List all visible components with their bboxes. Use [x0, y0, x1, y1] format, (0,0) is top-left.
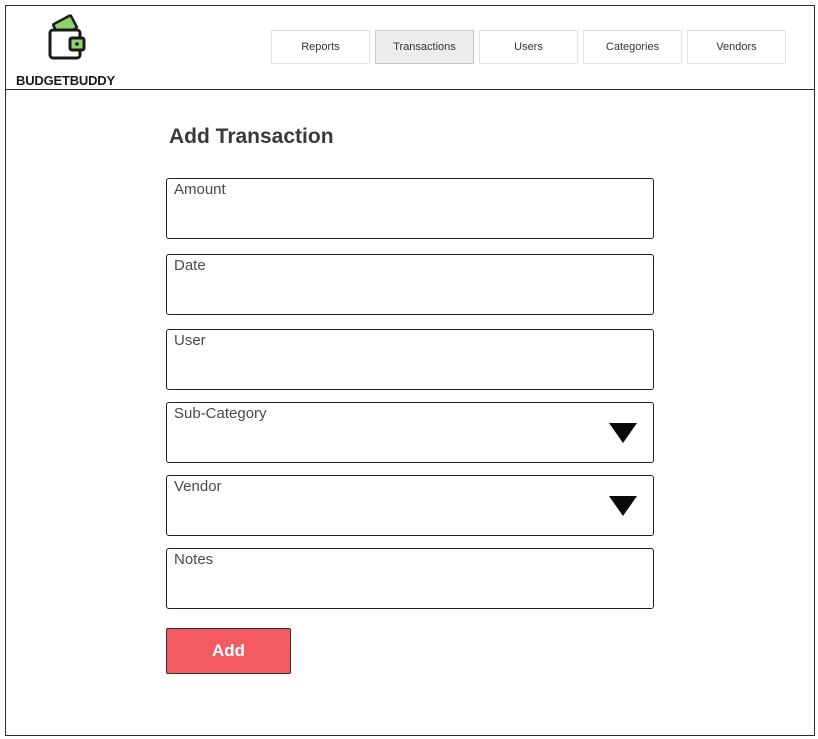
- vendor-select[interactable]: Vendor: [166, 475, 654, 536]
- sub-category-select[interactable]: Sub-Category: [166, 402, 654, 463]
- user-label: User: [174, 332, 206, 349]
- date-label: Date: [174, 257, 206, 274]
- brand-name: BUDGETBUDDY: [16, 73, 115, 88]
- main-nav: Reports Transactions Users Categories Ve…: [271, 30, 786, 64]
- amount-field[interactable]: Amount: [166, 178, 654, 239]
- wallet-icon: [48, 14, 86, 60]
- header: BUDGETBUDDY Reports Transactions Users C…: [6, 6, 814, 90]
- amount-label: Amount: [174, 181, 226, 198]
- user-field[interactable]: User: [166, 329, 654, 390]
- sub-category-label: Sub-Category: [174, 405, 267, 422]
- vendor-label: Vendor: [174, 478, 222, 495]
- date-field[interactable]: Date: [166, 254, 654, 315]
- tab-vendors[interactable]: Vendors: [687, 30, 786, 64]
- logo[interactable]: BUDGETBUDDY: [12, 10, 122, 88]
- notes-label: Notes: [174, 551, 214, 568]
- notes-field[interactable]: Notes: [166, 548, 654, 609]
- triangle-down-icon[interactable]: [608, 422, 638, 444]
- tab-users[interactable]: Users: [479, 30, 578, 64]
- add-button[interactable]: Add: [166, 628, 291, 674]
- app-frame: BUDGETBUDDY Reports Transactions Users C…: [5, 5, 815, 736]
- tab-transactions[interactable]: Transactions: [375, 30, 474, 64]
- tab-reports[interactable]: Reports: [271, 30, 370, 64]
- triangle-down-icon[interactable]: [608, 495, 638, 517]
- tab-categories[interactable]: Categories: [583, 30, 682, 64]
- page-title: Add Transaction: [169, 125, 334, 148]
